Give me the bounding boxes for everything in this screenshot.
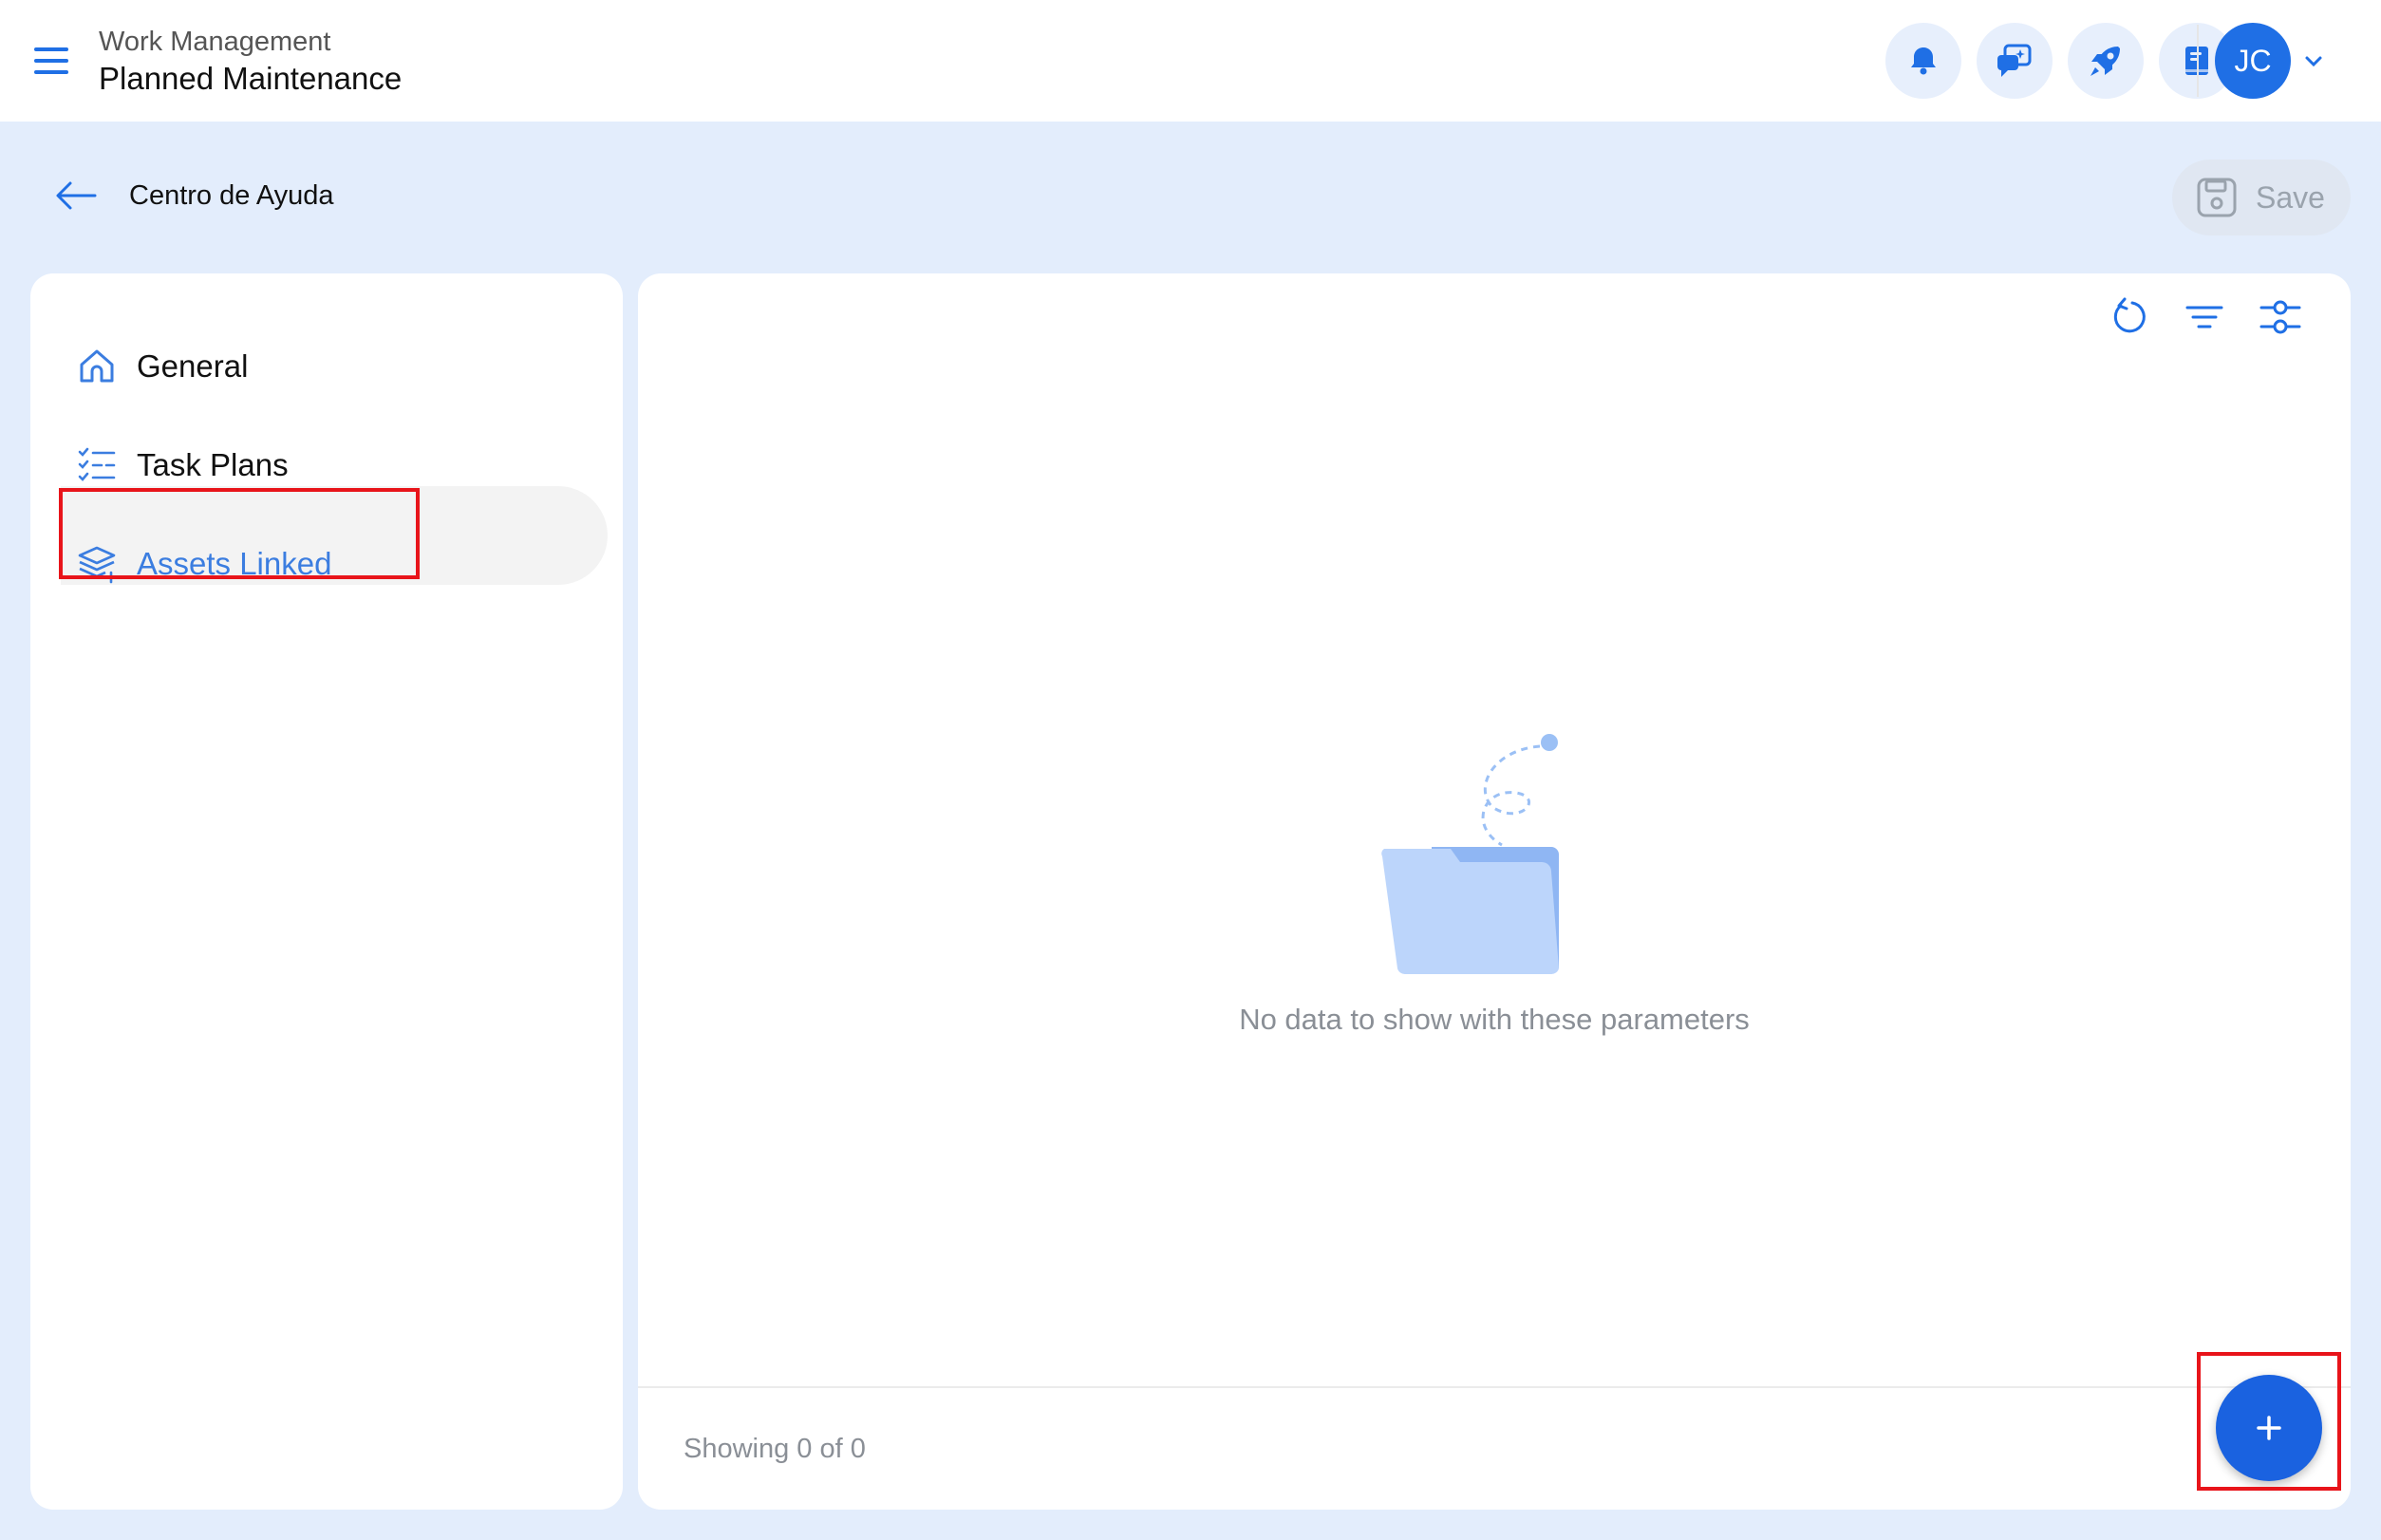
divider	[638, 1386, 2351, 1388]
bell-icon	[1911, 47, 1936, 75]
save-button[interactable]: Save	[2172, 160, 2351, 235]
sidebar-item-task-plans[interactable]: Task Plans	[76, 416, 289, 515]
chat-button[interactable]	[1977, 23, 2053, 99]
sidebar-item-label: Assets Linked	[137, 546, 332, 581]
rocket-icon	[2090, 47, 2120, 76]
refresh-icon[interactable]	[2106, 294, 2151, 340]
user-avatar[interactable]: JC	[2215, 23, 2291, 99]
filter-icon[interactable]	[2182, 294, 2227, 340]
pagination-count: Showing 0 of 0	[684, 1434, 866, 1464]
plus-icon	[2257, 1416, 2281, 1440]
sidebar-item-label: General	[137, 348, 249, 384]
page-title: Planned Maintenance	[99, 61, 403, 96]
hamburger-menu-icon[interactable]	[28, 38, 74, 84]
checklist-icon	[76, 444, 118, 486]
back-arrow-icon[interactable]	[53, 177, 99, 215]
sidebar-item-assets-linked[interactable]: Assets Linked	[76, 515, 331, 613]
empty-state-message: No data to show with these parameters	[1239, 1003, 1750, 1036]
add-button[interactable]	[2216, 1375, 2322, 1481]
sidebar-item-general[interactable]: General	[76, 317, 248, 416]
breadcrumb: Centro de Ayuda	[129, 180, 334, 211]
chat-icon	[1997, 44, 2032, 77]
settings-sliders-icon[interactable]	[2258, 294, 2303, 340]
save-icon	[2197, 178, 2237, 217]
main-content: No data to show with these parameters Sh…	[638, 273, 2351, 1510]
save-label: Save	[2256, 179, 2325, 215]
top-bar: Work Management Planned Maintenance JC	[0, 0, 2381, 122]
chevron-down-icon[interactable]	[2301, 49, 2326, 74]
sidebar: General Task Plans Assets Linked	[30, 273, 623, 1510]
sidebar-item-label: Task Plans	[137, 447, 289, 482]
app-subtitle: Work Management	[99, 27, 331, 57]
empty-folder-illustration	[1378, 731, 1606, 987]
launch-button[interactable]	[2068, 23, 2144, 99]
notifications-button[interactable]	[1885, 23, 1961, 99]
divider	[2197, 25, 2199, 97]
home-icon	[76, 346, 118, 387]
layers-icon	[76, 543, 118, 585]
top-icon-group	[1885, 23, 2235, 99]
